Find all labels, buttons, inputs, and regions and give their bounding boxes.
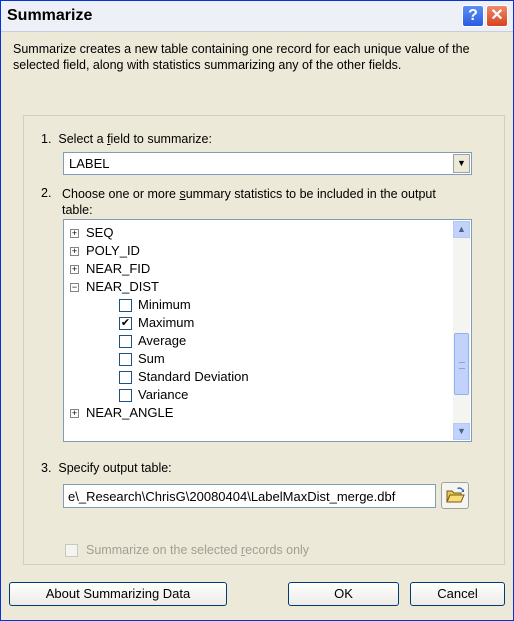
tree-item-near-angle[interactable]: + NEAR_ANGLE	[70, 404, 173, 422]
tree-scrollbar[interactable]: ▲ ▼	[453, 221, 470, 440]
tree-item-near-dist[interactable]: − NEAR_DIST	[70, 278, 159, 296]
stat-checkbox-maximum[interactable]: ✔	[119, 317, 132, 330]
stat-item-minimum[interactable]: Minimum	[119, 296, 191, 314]
expand-icon[interactable]: +	[70, 229, 79, 238]
open-folder-icon	[446, 487, 465, 503]
expand-icon[interactable]: +	[70, 265, 79, 274]
step1-label: 1. Select a field to summarize:	[41, 132, 212, 146]
dropdown-arrow-icon[interactable]: ▼	[453, 154, 470, 173]
output-table-field[interactable]: e\_Research\ChrisG\20080404\LabelMaxDist…	[63, 484, 436, 508]
stat-checkbox-minimum[interactable]	[119, 299, 132, 312]
stat-item-average[interactable]: Average	[119, 332, 186, 350]
about-summarizing-button[interactable]: About Summarizing Data	[9, 582, 227, 606]
scroll-up-icon[interactable]: ▲	[453, 221, 470, 238]
stat-item-sum[interactable]: Sum	[119, 350, 165, 368]
ok-button[interactable]: OK	[288, 582, 399, 606]
browse-folder-button[interactable]	[441, 482, 469, 509]
stat-item-standard-deviation[interactable]: Standard Deviation	[119, 368, 249, 386]
output-table-value: e\_Research\ChrisG\20080404\LabelMaxDist…	[68, 489, 396, 504]
close-button[interactable]: ✕	[486, 5, 508, 27]
tree-item-seq[interactable]: + SEQ	[70, 224, 113, 242]
field-dropdown-value: LABEL	[69, 156, 110, 171]
scroll-down-icon[interactable]: ▼	[453, 423, 470, 440]
step3-label: 3. Specify output table:	[41, 461, 172, 475]
expand-icon[interactable]: +	[70, 409, 79, 418]
dialog-title: Summarize	[7, 7, 93, 24]
selected-records-checkbox[interactable]	[65, 544, 78, 557]
collapse-icon[interactable]: −	[70, 283, 79, 292]
field-dropdown[interactable]: LABEL ▼	[63, 152, 472, 175]
stat-checkbox-variance[interactable]	[119, 389, 132, 402]
cancel-button[interactable]: Cancel	[410, 582, 505, 606]
stat-item-maximum[interactable]: ✔ Maximum	[119, 314, 194, 332]
stat-checkbox-sum[interactable]	[119, 353, 132, 366]
statistics-tree[interactable]: + SEQ + POLY_ID + NEAR_FID − NEAR_DIST M…	[63, 219, 472, 442]
scroll-thumb[interactable]	[454, 333, 469, 395]
stat-checkbox-standard-deviation[interactable]	[119, 371, 132, 384]
summarize-dialog: Summarize ? ✕ Summarize creates a new ta…	[0, 0, 514, 621]
tree-item-poly-id[interactable]: + POLY_ID	[70, 242, 140, 260]
tree-item-near-fid[interactable]: + NEAR_FID	[70, 260, 150, 278]
stat-item-variance[interactable]: Variance	[119, 386, 188, 404]
description-text: Summarize creates a new table containing…	[13, 42, 470, 72]
stat-checkbox-average[interactable]	[119, 335, 132, 348]
title-bar[interactable]: Summarize ? ✕	[1, 1, 513, 32]
help-button[interactable]: ?	[462, 5, 484, 27]
selected-records-label: Summarize on the selected records only	[86, 543, 310, 557]
expand-icon[interactable]: +	[70, 247, 79, 256]
